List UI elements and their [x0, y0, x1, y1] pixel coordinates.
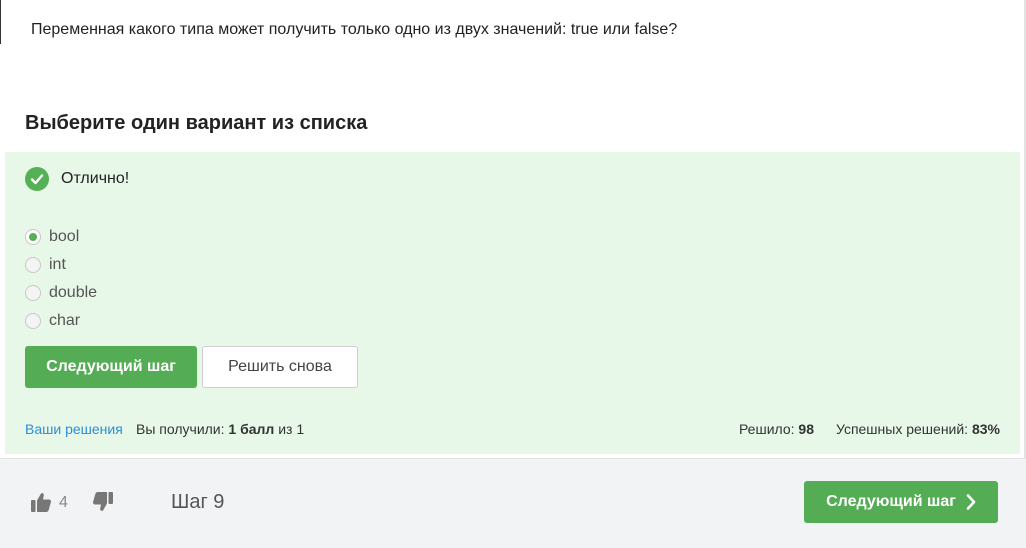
option-int[interactable]: int: [25, 251, 97, 279]
check-circle-icon: [25, 167, 49, 191]
chevron-right-icon: [966, 494, 976, 510]
success-label: Успешных решений:: [835, 421, 972, 437]
radio-button[interactable]: [25, 285, 41, 301]
solution-stats: Решило: 98 Успешных решений: 83%: [739, 420, 1000, 438]
answer-box: Отлично! bool int double char Следующий …: [5, 152, 1020, 454]
retry-button[interactable]: Решить снова: [202, 346, 358, 388]
score-text: Вы получили: 1 балл из 1: [136, 420, 304, 438]
score-value: 1 балл: [228, 421, 275, 437]
solved-label: Решило:: [738, 421, 799, 437]
next-step-bottom-button[interactable]: Следующий шаг: [804, 481, 998, 523]
feedback-text: Отлично!: [61, 170, 130, 187]
feedback: Отлично!: [25, 167, 129, 191]
solved-value: 98: [798, 421, 814, 437]
thumbs-down-icon[interactable]: [92, 491, 114, 518]
option-label: bool: [49, 228, 80, 245]
next-step-button[interactable]: Следующий шаг: [25, 346, 197, 388]
option-label: char: [49, 312, 81, 329]
radio-button[interactable]: [25, 313, 41, 329]
options-list: bool int double char: [25, 223, 97, 335]
thumbs-up-icon[interactable]: [30, 491, 52, 518]
score-prefix: Вы получили:: [136, 421, 229, 437]
bottom-bar: 4 Шаг 9 Следующий шаг: [0, 458, 1026, 548]
step-label: Шаг 9: [171, 491, 225, 513]
option-label: int: [49, 256, 66, 273]
radio-button[interactable]: [25, 229, 41, 245]
like-count: 4: [59, 494, 68, 511]
next-step-label: Следующий шаг: [826, 493, 956, 510]
score-suffix: из 1: [274, 421, 305, 437]
option-bool[interactable]: bool: [25, 223, 97, 251]
success-value: 83%: [971, 421, 1000, 437]
task-title: Выберите один вариант из списка: [25, 112, 368, 134]
your-solutions-link[interactable]: Ваши решения: [25, 420, 123, 438]
question-text: Переменная какого типа может получить то…: [31, 21, 678, 38]
option-char[interactable]: char: [25, 307, 97, 335]
left-edge-line: [0, 0, 1, 44]
option-double[interactable]: double: [25, 279, 97, 307]
option-label: double: [49, 284, 98, 301]
radio-button[interactable]: [25, 257, 41, 273]
